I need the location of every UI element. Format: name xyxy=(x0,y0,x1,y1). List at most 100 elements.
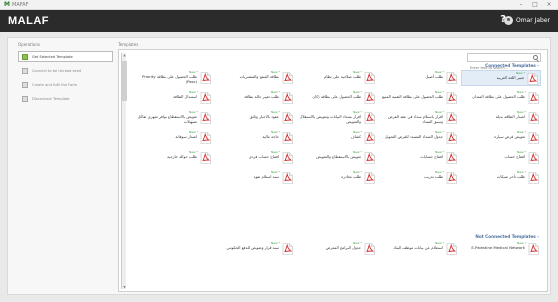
template-card[interactable]: New * حاجة مالية xyxy=(215,130,295,146)
template-card[interactable]: New * اقرار بسداد البيانات وتعويض بالاستق… xyxy=(297,110,377,126)
template-label: طلب مغادرة xyxy=(341,174,361,179)
template-search-box[interactable] xyxy=(467,53,541,72)
disconnect-icon xyxy=(22,95,28,102)
pdf-file-icon xyxy=(446,172,457,184)
template-card[interactable]: New * سند قرار وتعويض للدفع الحكومي xyxy=(215,241,295,257)
pdf-file-icon xyxy=(364,152,375,164)
pdf-file-icon xyxy=(446,72,457,84)
operations-panel: Operations Get Selected Template Connect… xyxy=(18,42,113,292)
pdf-file-icon xyxy=(364,132,375,144)
template-card[interactable]: New * اصدار سوفانة xyxy=(133,130,213,146)
pdf-file-icon xyxy=(200,112,211,124)
template-label: طلب الحصول على بطاقة التقنية المتبع xyxy=(382,94,443,99)
maximize-button[interactable]: □ xyxy=(528,0,542,9)
template-label: اصدار الطاقة بديلة xyxy=(495,114,525,119)
template-label: عقود بالاجبار وثائق xyxy=(249,114,279,119)
search-icon[interactable] xyxy=(533,55,538,60)
close-button[interactable]: × xyxy=(542,0,556,9)
operation-create-edit-form[interactable]: Create and Edit the Form xyxy=(18,79,113,90)
template-card[interactable]: New * طلب تدريب xyxy=(379,170,459,186)
operation-label: Connect to be Unread seed xyxy=(32,68,82,73)
template-card[interactable]: New * طلب الحصول على بطاقة التقنية المتبع xyxy=(379,90,459,106)
pdf-file-icon xyxy=(364,72,375,84)
pdf-file-icon xyxy=(200,92,211,104)
template-label: افتتاح حساب xyxy=(504,154,525,159)
template-card[interactable]: New * افتتاح حسابات xyxy=(379,150,459,166)
template-card[interactable]: New * بطاقة المنتج والمشتريات xyxy=(215,70,295,86)
template-card[interactable]: New * جدول البرامج المعرض xyxy=(297,241,377,257)
pdf-file-icon xyxy=(528,172,539,184)
operation-disconnect[interactable]: Disconnect Template xyxy=(18,93,113,104)
template-label: جدول السداد المسدد للقرض التحويل xyxy=(384,134,443,139)
operation-get-selected-template[interactable]: Get Selected Template xyxy=(18,51,113,62)
template-card[interactable]: New * استعلام عن بيانات موظف البنك xyxy=(379,241,459,257)
template-card[interactable]: New * افتتاح حساب xyxy=(461,150,541,166)
not-connected-templates-title[interactable]: Not Connected Templates - xyxy=(475,234,539,239)
pdf-file-icon xyxy=(282,132,293,144)
template-card[interactable]: New * اصدار الطاقة بديلة xyxy=(461,110,541,126)
template-card[interactable]: New * E-Palestine Medical Network xyxy=(461,241,541,257)
pdf-file-icon xyxy=(282,112,293,124)
template-card[interactable]: New * عقود بالاجبار وثائق xyxy=(215,110,295,126)
template-label: طلب صلاحية على نظام xyxy=(323,74,361,79)
template-card[interactable]: New * اقرار باستلام سداد في عقد القرض وسب… xyxy=(379,110,459,126)
template-card[interactable]: New * طلب مغادرة xyxy=(297,170,377,186)
template-card[interactable]: New * طلب الحصول على بطاقة (كان xyxy=(297,90,377,106)
template-label: تعويض قرض سيارة xyxy=(494,134,525,139)
template-icon xyxy=(22,53,28,60)
template-card[interactable]: New * سند استلام نقود xyxy=(215,170,295,186)
brand-name: MALAF xyxy=(8,15,49,27)
pdf-file-icon xyxy=(200,152,211,164)
templates-scrollbar[interactable]: ▲ ▼ xyxy=(121,53,127,289)
template-card[interactable]: New * طلب تغيير حالة بطاقة xyxy=(215,90,295,106)
template-card[interactable]: New * طلب أصيل xyxy=(379,70,459,86)
templates-title: Templates xyxy=(118,42,139,47)
operation-connect[interactable]: Connect to be Unread seed xyxy=(18,65,113,76)
app-logo-icon: M xyxy=(4,1,10,8)
pdf-file-icon xyxy=(282,172,293,184)
template-card[interactable]: New * افتتاح حساب فردي xyxy=(215,150,295,166)
minimize-button[interactable]: – xyxy=(514,0,528,9)
template-label: استبدال الطاقة xyxy=(173,94,197,99)
template-card[interactable]: New * استبدال الطاقة xyxy=(133,90,213,106)
template-label: E-Palestine Medical Network xyxy=(471,245,525,250)
operation-label: Get Selected Template xyxy=(32,54,73,59)
template-label: حاجة مالية xyxy=(262,134,279,139)
user-avatar-icon xyxy=(503,16,513,25)
pdf-file-icon xyxy=(364,172,375,184)
templates-panel: ▲ ▼ Connected Templates - Not Connected … xyxy=(118,49,548,292)
template-card[interactable]: New * طلب حوالة خارجية xyxy=(133,150,213,166)
pdf-file-icon xyxy=(200,72,211,84)
scroll-thumb[interactable] xyxy=(122,61,127,101)
template-card[interactable]: New * تعويض بالاستقطاع نوافر شهري تفاكل ت… xyxy=(133,110,213,126)
template-card[interactable]: New * طلب الحصول على بطاقة المتدان xyxy=(461,90,541,106)
template-card[interactable]: New * جدول السداد المسدد للقرض التحويل xyxy=(379,130,459,146)
template-card[interactable]: New * طلب تأخر شيكات xyxy=(461,170,541,186)
pdf-file-icon xyxy=(446,243,457,255)
pdf-file-icon xyxy=(364,112,375,124)
pdf-file-icon xyxy=(282,92,293,104)
window-titlebar: M MAFAF – □ × xyxy=(0,0,558,10)
pdf-file-icon xyxy=(446,92,457,104)
connected-templates-title[interactable]: Connected Templates - xyxy=(485,63,539,68)
scroll-down-icon[interactable]: ▼ xyxy=(122,285,127,289)
pdf-file-icon xyxy=(446,112,457,124)
user-name: Omar Jaber xyxy=(515,17,550,24)
scroll-up-icon[interactable]: ▲ xyxy=(122,53,127,57)
template-card[interactable]: New * كشاف xyxy=(297,130,377,146)
template-label: طلب تدريب xyxy=(424,174,443,179)
operation-label: Create and Edit the Form xyxy=(32,82,78,87)
template-label: اصدار سوفانة xyxy=(175,134,197,139)
connect-icon xyxy=(22,67,28,74)
pdf-file-icon xyxy=(528,92,539,104)
user-menu[interactable]: Omar Jaber xyxy=(503,16,550,25)
template-label: تعويض بالاستقطاع والتعويض xyxy=(316,154,361,159)
template-card[interactable]: New * طلب الحصول على بطاقة Priority (Pass… xyxy=(133,70,213,86)
pdf-file-icon xyxy=(282,152,293,164)
pdf-file-icon xyxy=(528,132,539,144)
template-card[interactable]: New * طلب صلاحية على نظام xyxy=(297,70,377,86)
template-card[interactable]: New * تغيير اللغة العربية xyxy=(461,70,541,86)
template-card[interactable]: New * تعويض قرض سيارة xyxy=(461,130,541,146)
pdf-file-icon xyxy=(446,152,457,164)
template-card[interactable]: New * تعويض بالاستقطاع والتعويض xyxy=(297,150,377,166)
